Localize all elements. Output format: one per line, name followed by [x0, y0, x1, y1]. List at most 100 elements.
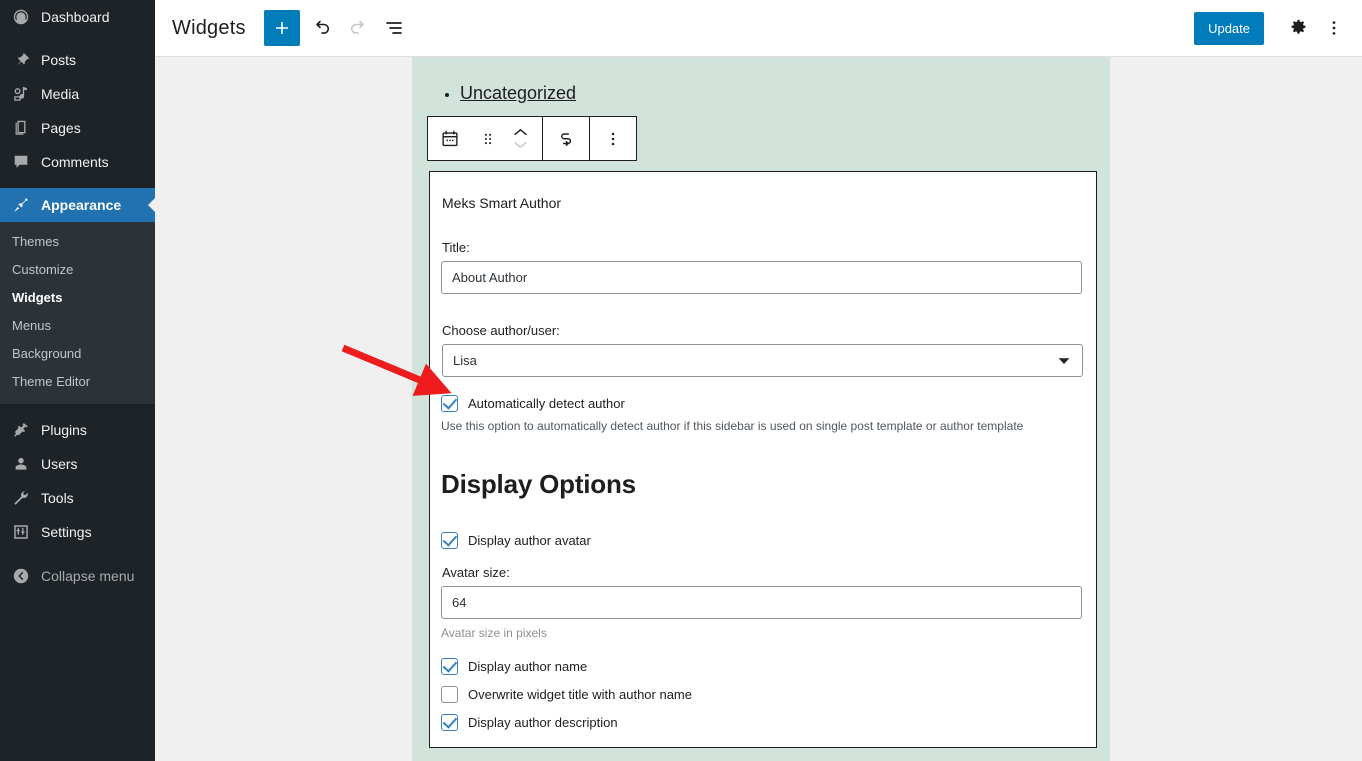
pages-icon	[10, 118, 32, 138]
block-toolbar-options-group	[590, 117, 636, 160]
auto-detect-author-row: Automatically detect author	[441, 395, 1086, 412]
collapse-menu-label: Collapse menu	[41, 568, 135, 584]
appearance-brush-icon	[10, 195, 32, 215]
pin-icon	[10, 50, 32, 70]
display-author-name-label[interactable]: Display author name	[468, 659, 587, 674]
sidebar-item-settings[interactable]: Settings	[0, 515, 155, 549]
comments-icon	[10, 152, 32, 172]
sidebar-item-dashboard[interactable]: Dashboard	[0, 0, 155, 34]
editor-canvas: Uncategorized	[155, 57, 1362, 761]
block-more-options-button[interactable]	[590, 117, 636, 160]
transform-block-button[interactable]	[543, 117, 589, 160]
update-button[interactable]: Update	[1194, 11, 1264, 45]
sidebar-item-label: Comments	[41, 154, 109, 170]
calendar-archives-icon	[442, 130, 458, 146]
display-description-row: Display author description	[441, 714, 1086, 731]
add-block-button[interactable]	[263, 10, 300, 46]
editor-header: Widgets Update	[155, 0, 1362, 57]
overwrite-title-row: Overwrite widget title with author name	[441, 686, 1086, 703]
list-view-icon	[385, 22, 402, 34]
settings-gear-button[interactable]	[1280, 10, 1316, 46]
automatically-detect-author-label[interactable]: Automatically detect author	[468, 396, 625, 411]
chevron-up-icon[interactable]	[512, 128, 529, 137]
plugin-icon	[10, 420, 32, 440]
sidebar-item-comments[interactable]: Comments	[0, 145, 155, 179]
sidebar-subitem-theme-editor[interactable]: Theme Editor	[0, 368, 155, 396]
list-view-button[interactable]	[376, 10, 412, 46]
sidebar-subitem-menus[interactable]: Menus	[0, 312, 155, 340]
sidebar-item-label: Plugins	[41, 422, 87, 438]
chevron-down-icon[interactable]	[512, 140, 529, 149]
sidebar-subitem-customize[interactable]: Customize	[0, 256, 155, 284]
block-toolbar	[427, 116, 637, 161]
sidebar-item-label: Dashboard	[41, 9, 110, 25]
category-link-uncategorized[interactable]: Uncategorized	[460, 83, 576, 103]
automatically-detect-author-checkbox[interactable]	[441, 395, 458, 412]
sidebar-item-media[interactable]: Media	[0, 77, 155, 111]
sidebar-subitem-themes[interactable]: Themes	[0, 228, 155, 256]
sidebar-item-label: Media	[41, 86, 80, 102]
title-input[interactable]	[441, 261, 1082, 294]
display-author-avatar-checkbox[interactable]	[441, 532, 458, 549]
display-author-name-row: Display author name	[441, 658, 1086, 675]
tools-wrench-icon	[10, 488, 32, 508]
redo-button[interactable]	[340, 10, 376, 46]
author-select[interactable]	[442, 344, 1083, 377]
gear-icon	[1291, 19, 1305, 34]
sidebar-item-plugins[interactable]: Plugins	[0, 413, 155, 447]
category-list: Uncategorized	[412, 57, 1110, 104]
more-options-button[interactable]	[1316, 10, 1352, 46]
sidebar-item-label: Tools	[41, 490, 74, 506]
display-avatar-row: Display author avatar	[441, 532, 1086, 549]
undo-arrow-icon	[315, 20, 329, 34]
sidebar-item-label: Posts	[41, 52, 77, 68]
redo-arrow-icon	[350, 20, 364, 34]
collapse-arrow-icon	[10, 566, 32, 586]
undo-button[interactable]	[304, 10, 340, 46]
users-icon	[10, 454, 32, 474]
sidebar-item-label: Appearance	[41, 197, 122, 213]
appearance-submenu: Themes Customize Widgets Menus Backgroun…	[0, 222, 155, 404]
sidebar-subitem-widgets[interactable]: Widgets	[0, 284, 155, 312]
sidebar-item-tools[interactable]: Tools	[0, 481, 155, 515]
display-author-description-checkbox[interactable]	[441, 714, 458, 731]
display-options-heading: Display Options	[441, 469, 636, 499]
plus-icon	[275, 22, 288, 34]
overwrite-widget-title-checkbox[interactable]	[441, 686, 458, 703]
sidebar-item-pages[interactable]: Pages	[0, 111, 155, 145]
sidebar-item-label: Settings	[41, 524, 92, 540]
auto-detect-author-help: Use this option to automatically detect …	[441, 419, 1024, 433]
drag-handle-button[interactable]	[472, 117, 504, 160]
avatar-size-label: Avatar size:	[442, 565, 510, 580]
drag-handle-icon	[484, 133, 492, 144]
sidebar-item-appearance[interactable]: Appearance	[0, 188, 155, 222]
block-toolbar-transform-group	[543, 117, 589, 160]
page-title: Widgets	[172, 16, 246, 39]
list-item: Uncategorized	[460, 83, 1110, 104]
block-mover[interactable]	[504, 117, 536, 160]
display-author-description-label[interactable]: Display author description	[468, 715, 618, 730]
display-author-name-checkbox[interactable]	[441, 658, 458, 675]
display-author-avatar-label[interactable]: Display author avatar	[468, 533, 591, 548]
avatar-size-input[interactable]	[441, 586, 1082, 619]
vertical-ellipsis-icon	[1332, 21, 1336, 35]
block-type-button[interactable]	[428, 117, 472, 160]
sidebar-item-label: Pages	[41, 120, 81, 136]
widget-block-meks-smart-author[interactable]: Meks Smart Author Title: Choose author/u…	[429, 171, 1097, 748]
media-icon	[10, 84, 32, 104]
header-actions: Update	[1194, 10, 1362, 46]
sidebar-item-users[interactable]: Users	[0, 447, 155, 481]
sidebar-subitem-background[interactable]: Background	[0, 340, 155, 368]
vertical-ellipsis-icon	[611, 132, 615, 145]
author-select-wrapper	[441, 344, 1083, 377]
admin-sidebar: Dashboard Posts Media Pages Comments App…	[0, 0, 155, 761]
block-toolbar-main-group	[428, 117, 542, 160]
sidebar-item-posts[interactable]: Posts	[0, 43, 155, 77]
title-field-label: Title:	[442, 240, 470, 255]
author-select-label: Choose author/user:	[442, 323, 560, 338]
collapse-menu-button[interactable]: Collapse menu	[0, 559, 155, 593]
sidebar-item-label: Users	[41, 456, 78, 472]
avatar-size-help: Avatar size in pixels	[441, 626, 547, 640]
settings-sliders-icon	[10, 522, 32, 542]
overwrite-widget-title-label[interactable]: Overwrite widget title with author name	[468, 687, 692, 702]
